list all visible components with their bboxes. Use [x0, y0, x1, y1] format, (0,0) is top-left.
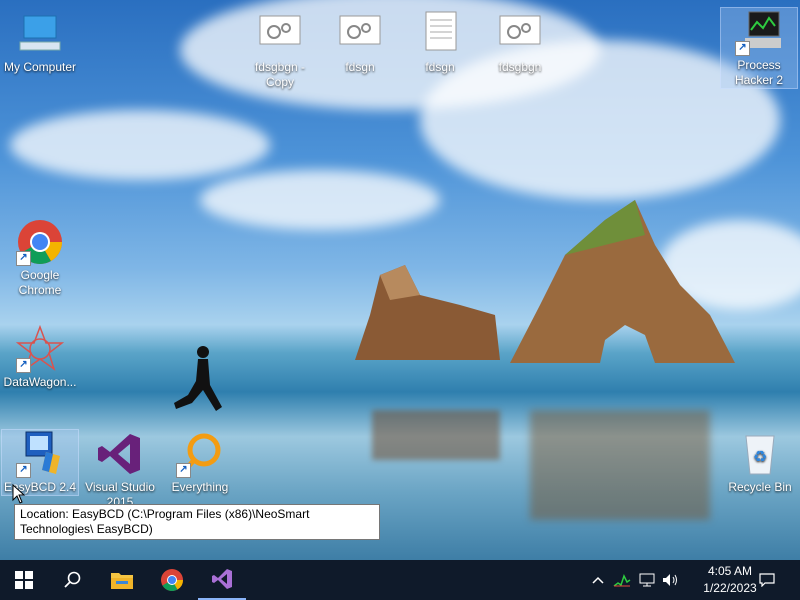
icon-label: My Computer — [3, 60, 77, 74]
desktop-icon-fdsgbgn-copy[interactable]: fdsgbgn - Copy — [242, 10, 318, 90]
desktop-icon-visual-studio[interactable]: Visual Studio 2015 — [82, 430, 158, 510]
visual-studio-icon — [212, 569, 232, 589]
icon-label: fdsgn — [425, 60, 455, 74]
small-rock-island — [355, 265, 500, 360]
taskbar: 4:05 AM 1/22/2023 — [0, 560, 800, 600]
icon-label: Recycle Bin — [728, 480, 792, 494]
mouse-cursor-icon — [12, 484, 26, 504]
icon-label: Google Chrome — [18, 268, 62, 297]
cpu-graph-icon — [613, 574, 631, 587]
search-icon — [64, 571, 81, 588]
taskbar-visual-studio[interactable] — [198, 560, 246, 600]
arch-rock-island — [510, 200, 735, 363]
recycle-bin-icon: ♻ — [736, 430, 784, 478]
search-button[interactable] — [48, 560, 96, 600]
visual-studio-icon — [96, 430, 144, 478]
chevron-up-icon — [592, 576, 604, 584]
cloud — [200, 170, 440, 230]
desktop-wallpaper: My Computer fdsgbgn - Copy fdsgn fdsgn f… — [0, 0, 800, 560]
config-file-icon — [336, 10, 384, 58]
icon-label: fdsgn — [345, 60, 375, 74]
svg-text:♻: ♻ — [753, 447, 767, 466]
runner-silhouette — [174, 346, 222, 411]
shortcut-arrow-icon: ↗ — [16, 251, 31, 266]
action-center-button[interactable] — [752, 560, 782, 600]
desktop-icon-google-chrome[interactable]: ↗ Google Chrome — [2, 218, 78, 298]
shortcut-arrow-icon: ↗ — [16, 463, 31, 478]
desktop-icon-my-computer[interactable]: My Computer — [2, 10, 78, 75]
desktop-icon-datawagon[interactable]: ↗ DataWagon... — [2, 324, 78, 390]
taskbar-chrome[interactable] — [148, 560, 196, 600]
taskbar-file-explorer[interactable] — [98, 560, 146, 600]
icon-label: fdsgbgn - Copy — [254, 60, 306, 89]
network-icon — [639, 573, 655, 587]
config-file-icon — [256, 10, 304, 58]
file-explorer-icon — [111, 573, 133, 589]
shortcut-arrow-icon: ↗ — [16, 358, 31, 373]
desktop-icon-everything[interactable]: ↗ Everything — [162, 430, 238, 495]
windows-start-icon — [15, 571, 33, 589]
show-hidden-icons-button[interactable] — [588, 560, 608, 600]
desktop-icon-fdsgn-1[interactable]: fdsgn — [322, 10, 398, 75]
desktop-icon-fdsgbgn[interactable]: fdsgbgn — [482, 10, 558, 75]
chrome-icon — [161, 569, 183, 591]
process-hacker-icon: ↗ — [735, 8, 783, 56]
icon-label: DataWagon... — [3, 375, 77, 389]
shortcut-arrow-icon: ↗ — [176, 463, 191, 478]
volume-icon — [663, 574, 677, 586]
desktop-icon-fdsgn-2[interactable]: fdsgn — [402, 10, 478, 75]
notification-icon — [759, 573, 775, 587]
clock-time: 4:05 AM — [707, 564, 753, 578]
icon-label: fdsgbgn — [498, 60, 542, 74]
rock-reflection — [530, 410, 710, 520]
computer-icon — [16, 10, 64, 58]
everything-search-icon: ↗ — [176, 430, 224, 478]
rock-reflection — [372, 410, 500, 460]
shortcut-arrow-icon: ↗ — [735, 41, 750, 56]
location-tooltip: Location: EasyBCD (C:\Program Files (x86… — [14, 504, 380, 540]
tray-volume[interactable] — [660, 560, 682, 600]
chrome-icon: ↗ — [16, 218, 64, 266]
tray-process-hacker[interactable] — [611, 560, 633, 600]
tray-network[interactable] — [636, 560, 658, 600]
datawagon-icon: ↗ — [15, 324, 65, 373]
easybcd-icon: ↗ — [16, 430, 64, 478]
icon-label: Process Hacker 2 — [734, 58, 784, 87]
cloud — [10, 110, 270, 180]
taskbar-clock[interactable]: 4:05 AM 1/22/2023 — [700, 563, 760, 597]
start-button[interactable] — [0, 560, 48, 600]
clock-date: 1/22/2023 — [703, 581, 757, 595]
desktop-icon-recycle-bin[interactable]: ♻ Recycle Bin — [722, 430, 798, 495]
icon-label: Everything — [171, 480, 229, 494]
desktop-icon-process-hacker[interactable]: ↗ Process Hacker 2 — [720, 7, 798, 89]
text-document-icon — [416, 10, 464, 58]
config-file-icon — [496, 10, 544, 58]
